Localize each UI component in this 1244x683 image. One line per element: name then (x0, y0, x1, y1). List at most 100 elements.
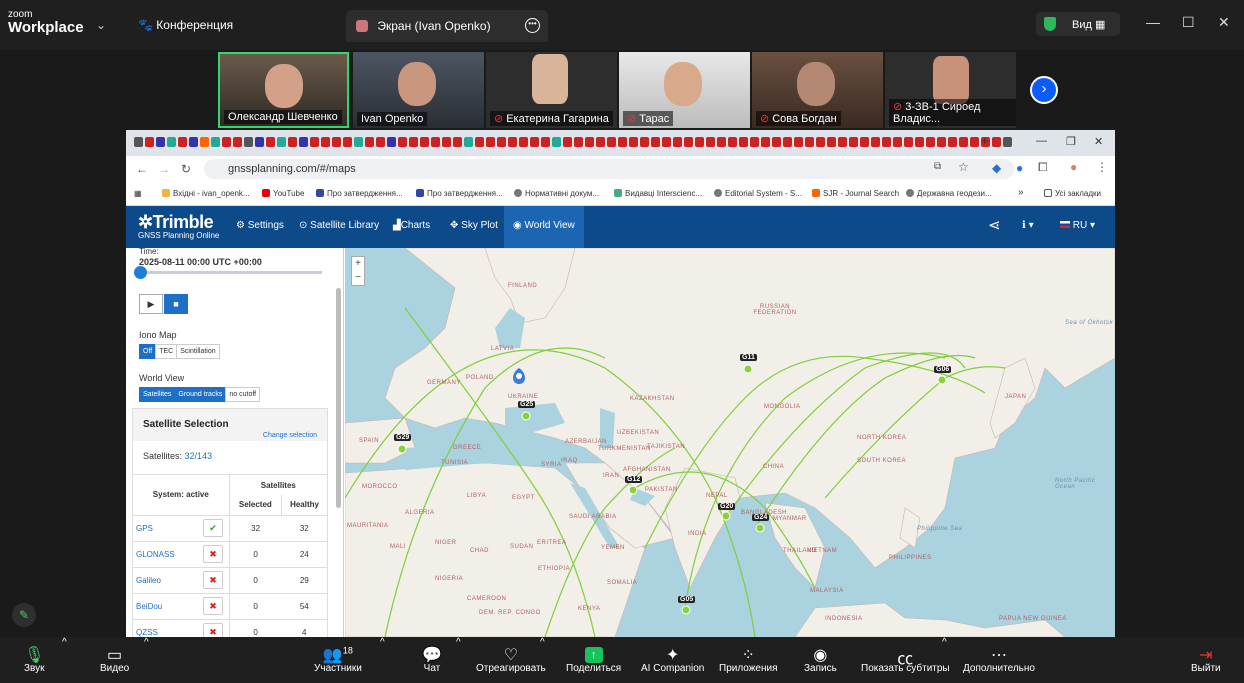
bookmark-item[interactable]: Видавці Interscienc... (614, 189, 702, 198)
tab-favicon-icon[interactable] (805, 137, 814, 147)
new-tab-icon[interactable]: + (981, 133, 989, 148)
meeting-title[interactable]: 🐾 Конференция (138, 18, 233, 32)
chevron-up-icon[interactable]: ^ (540, 637, 545, 648)
nav-satellite-library[interactable]: ⊙ Satellite Library (299, 220, 379, 231)
more-bookmarks-button[interactable]: » (1018, 187, 1024, 198)
tab-favicon-icon[interactable] (420, 137, 429, 147)
tab-favicon-icon[interactable] (486, 137, 495, 147)
translate-icon[interactable]: ⧉ (934, 161, 941, 172)
participant-tile[interactable]: Ivan Openko (353, 52, 484, 128)
trimble-logo[interactable]: ✲Trimble GNSS Planning Online (138, 212, 219, 240)
chevron-down-icon[interactable]: ⌄ (96, 18, 106, 32)
system-name[interactable]: Galileo (133, 566, 198, 593)
world-option[interactable]: Ground tracks (174, 387, 227, 402)
satellite-label[interactable]: G06 (934, 366, 952, 373)
record-button[interactable]: ◉ Запись (804, 637, 837, 674)
tab-favicon-icon[interactable] (937, 137, 946, 147)
tab-favicon-icon[interactable] (409, 137, 418, 147)
world-option[interactable]: Satellites (139, 387, 176, 402)
tab-favicon-icon[interactable] (167, 137, 176, 147)
tab-favicon-icon[interactable] (497, 137, 506, 147)
leave-button[interactable]: ⇥ Выйти (1191, 637, 1221, 674)
play-button[interactable]: ▶ (139, 294, 163, 314)
tab-favicon-icon[interactable] (849, 137, 858, 147)
tab-favicon-icon[interactable] (794, 137, 803, 147)
tab-favicon-icon[interactable] (948, 137, 957, 147)
chevron-up-icon[interactable]: ^ (942, 637, 947, 648)
tab-favicon-icon[interactable] (926, 137, 935, 147)
tab-favicon-icon[interactable] (574, 137, 583, 147)
tab-favicon-icon[interactable] (618, 137, 627, 147)
tab-favicon-icon[interactable] (332, 137, 341, 147)
more-options-icon[interactable]: ••• (525, 18, 540, 33)
menu-icon[interactable]: ⋮ (1096, 160, 1108, 174)
restore-icon[interactable]: ❐ (1066, 135, 1076, 148)
tab-favicon-icon[interactable] (200, 137, 209, 147)
tab-favicon-icon[interactable] (211, 137, 220, 147)
tab-favicon-icon[interactable] (838, 137, 847, 147)
tab-favicon-icon[interactable] (629, 137, 638, 147)
stop-button[interactable]: ■ (164, 294, 188, 314)
tab-favicon-icon[interactable] (728, 137, 737, 147)
bookmark-item[interactable]: Про затвердження... (416, 189, 503, 198)
tab-favicon-icon[interactable] (992, 137, 1001, 147)
share-screen-button[interactable]: ↑ Поделиться (566, 637, 621, 674)
tab-favicon-icon[interactable] (893, 137, 902, 147)
zoom-out-button[interactable]: − (352, 271, 364, 285)
satellite-label[interactable]: G11 (740, 354, 757, 361)
tab-favicon-icon[interactable] (255, 137, 264, 147)
satellite-label[interactable]: G29 (394, 434, 412, 441)
world-option[interactable]: no cutoff (225, 387, 261, 402)
iono-option[interactable]: Scintillation (176, 344, 220, 359)
cross-icon[interactable]: ✖ (203, 545, 224, 563)
puzzle-icon[interactable]: ⧠ (1038, 160, 1048, 175)
change-selection-link[interactable]: Change selection (263, 432, 317, 439)
tab-favicon-icon[interactable] (464, 137, 473, 147)
tab-favicon-icon[interactable] (343, 137, 352, 147)
participant-tile[interactable]: ⊘ Сова Богдан (752, 52, 883, 128)
tab-favicon-icon[interactable] (365, 137, 374, 147)
react-button[interactable]: ♡ Отреагировать (476, 637, 546, 674)
bookmark-item[interactable]: Editorial System - S... (714, 189, 802, 198)
tab-favicon-icon[interactable] (288, 137, 297, 147)
satellite-label[interactable]: G12 (625, 476, 643, 483)
tab-favicon-icon[interactable] (640, 137, 649, 147)
tab-favicon-icon[interactable] (607, 137, 616, 147)
tab-favicon-icon[interactable] (596, 137, 605, 147)
tab-favicon-icon[interactable] (651, 137, 660, 147)
tab-favicon-icon[interactable] (772, 137, 781, 147)
iono-option[interactable]: Off (139, 344, 157, 359)
apps-icon[interactable]: ▦ (134, 189, 142, 198)
tab-favicon-icon[interactable] (431, 137, 440, 147)
satellite-label[interactable]: G24 (752, 514, 770, 521)
bookmark-item[interactable]: Про затвердження... (316, 189, 403, 198)
captions-button[interactable]: ㏄ Показать субтитры (861, 637, 950, 674)
close-icon[interactable]: ✕ (1094, 135, 1103, 148)
bookmark-item[interactable]: Вхідні - ivan_openk... (162, 189, 250, 198)
annotate-pen-icon[interactable]: ✎ (12, 603, 36, 627)
bookmark-item[interactable]: Державна геодези... (906, 189, 992, 198)
time-slider[interactable] (134, 266, 322, 279)
tab-favicon-icon[interactable] (563, 137, 572, 147)
apps-button[interactable]: ⁘ Приложения (719, 637, 778, 674)
chevron-up-icon[interactable]: ^ (144, 637, 149, 648)
minimize-icon[interactable]: — (1146, 14, 1160, 30)
all-bookmarks[interactable]: Усі закладки (1044, 189, 1101, 198)
tab-favicon-icon[interactable] (695, 137, 704, 147)
forward-icon[interactable]: → (158, 162, 170, 176)
tab-favicon-icon[interactable] (673, 137, 682, 147)
close-icon[interactable]: ✕ (1218, 14, 1230, 31)
satellite-label[interactable]: G20 (718, 503, 736, 510)
video-button[interactable]: ▭ Видео (100, 637, 129, 674)
url-field[interactable]: gnssplanning.com/#/maps (204, 159, 1014, 179)
reload-icon[interactable]: ↻ (181, 162, 191, 176)
nav-sky-plot[interactable]: ✥ Sky Plot (450, 220, 498, 231)
zoom-in-button[interactable]: + (352, 257, 364, 271)
tab-favicon-icon[interactable] (662, 137, 671, 147)
star-icon[interactable]: ☆ (958, 160, 969, 174)
tab-favicon-icon[interactable] (684, 137, 693, 147)
system-name[interactable]: GLONASS (133, 540, 198, 567)
chevron-up-icon[interactable]: ^ (456, 637, 461, 648)
tab-favicon-icon[interactable] (871, 137, 880, 147)
tab-favicon-icon[interactable] (915, 137, 924, 147)
